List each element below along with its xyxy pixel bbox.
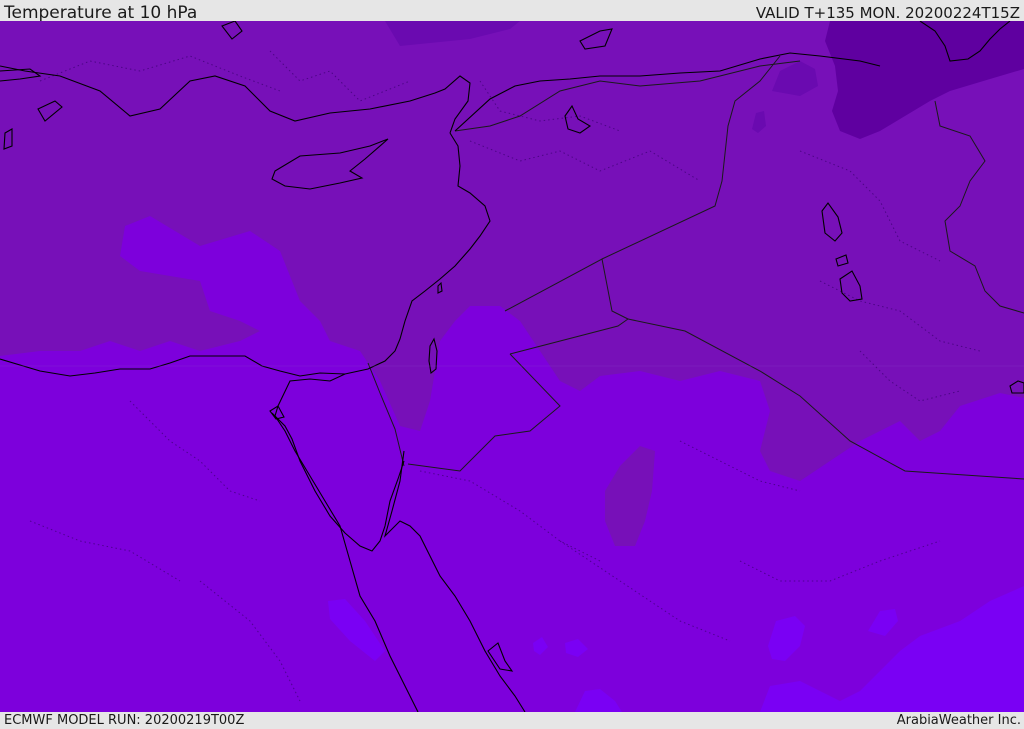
map-canvas[interactable] [0, 21, 1024, 712]
map-frame: Temperature at 10 hPa VALID T+135 MON. 2… [0, 0, 1024, 729]
valid-time: VALID T+135 MON. 20200224T15Z [755, 4, 1020, 22]
map-title: Temperature at 10 hPa [4, 3, 198, 23]
credit-label: ArabiaWeather Inc. [896, 713, 1021, 728]
footer-bar: ECMWF MODEL RUN: 20200219T00Z ArabiaWeat… [0, 712, 1024, 729]
header-bar: Temperature at 10 hPa VALID T+135 MON. 2… [0, 0, 1024, 23]
model-run-label: ECMWF MODEL RUN: 20200219T00Z [4, 713, 245, 728]
